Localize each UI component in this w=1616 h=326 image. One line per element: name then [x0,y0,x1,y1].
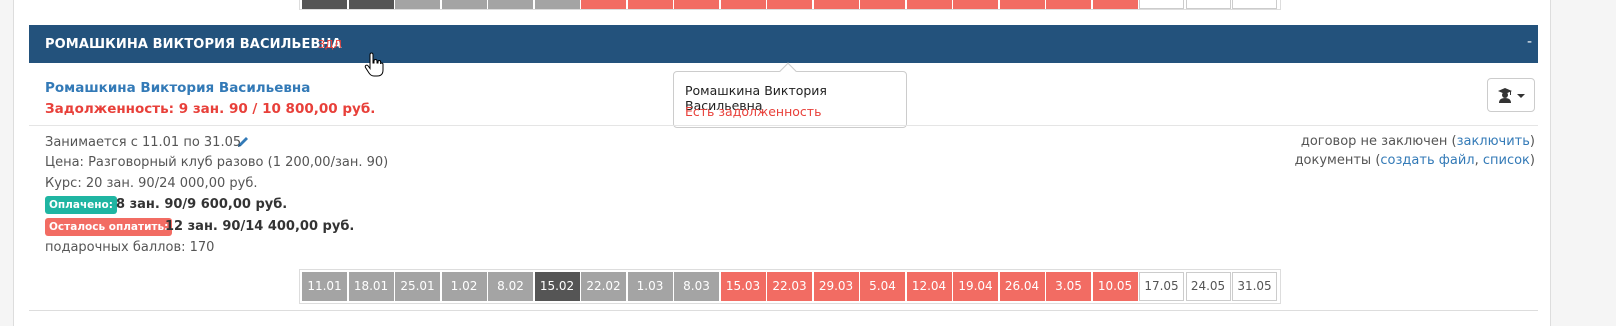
section-divider [29,125,1538,126]
lesson-date-cell[interactable]: 22.02 [581,0,626,9]
create-contract-link[interactable]: заключить [1457,134,1530,149]
create-file-link[interactable]: создать файл [1380,153,1474,168]
lesson-date-cell[interactable]: 10.05 [1092,272,1138,301]
lesson-date-cell[interactable]: 29.03 [813,272,859,301]
lesson-date-cell[interactable]: 15.02 [534,0,580,9]
remaining-amount: 12 зан. 90/14 400,00 руб. [165,219,355,234]
lesson-date-cell[interactable]: 1.03 [627,272,673,301]
lesson-date-cell[interactable]: 3.05 [1046,272,1091,301]
tooltip-debt-status: Есть задолженность [685,104,822,119]
lesson-date-cell[interactable]: 19.04 [953,0,998,9]
lesson-date-cell[interactable]: 12.04 [906,272,952,301]
lesson-date-cell[interactable]: 29.03 [813,0,859,9]
lesson-date-cell[interactable]: 1.03 [627,0,673,9]
lesson-date-cell[interactable]: 19.04 [953,272,998,301]
panel-border-right [1550,0,1551,326]
lesson-date-cell[interactable]: 22.02 [581,272,626,301]
lesson-date-cell[interactable]: 24.05 [1185,0,1231,9]
collapse-button[interactable]: - [1527,34,1532,50]
chevron-down-icon [1517,94,1525,98]
graduation-cap-user-icon [1498,88,1512,103]
student-header-name: РОМАШКИНА ВИКТОРИЯ ВАСИЛЬЕВНА [45,37,342,52]
lesson-date-cell[interactable]: 24.05 [1185,272,1231,301]
documents-status: документы (создать файл, список) [1295,153,1535,168]
lesson-date-cell[interactable]: 5.04 [860,272,905,301]
documents-suffix: ) [1529,153,1535,168]
teacher-actions-dropdown-button[interactable] [1487,78,1535,112]
contract-suffix: ) [1529,134,1535,149]
debt-tag: ЗДЛ [318,38,342,51]
contract-status: договор не заключен (заключить) [1301,134,1535,149]
lesson-date-cell[interactable]: 8.02 [488,0,533,9]
lesson-date-cell[interactable]: 17.05 [1139,272,1184,301]
lesson-date-cell[interactable]: 8.03 [674,272,719,301]
student-header-bar[interactable]: РОМАШКИНА ВИКТОРИЯ ВАСИЛЬЕВНА ЗДЛ - [29,25,1538,63]
lesson-date-cell[interactable]: 8.03 [674,0,719,9]
documents-prefix: документы ( [1294,153,1381,168]
remaining-badge: Осталось оплатить: [45,218,173,236]
lesson-date-cell[interactable]: 26.04 [999,0,1045,9]
lesson-date-cell[interactable]: 31.05 [1232,272,1277,301]
lesson-date-cell[interactable]: 18.01 [348,272,394,301]
documents-separator: , [1474,153,1483,168]
lesson-date-cell[interactable]: 25.01 [395,0,440,9]
lesson-date-cell[interactable]: 3.05 [1046,0,1091,9]
paid-amount: 8 зан. 90/9 600,00 руб. [116,197,288,212]
lesson-date-cell[interactable]: 1.02 [441,0,487,9]
paid-badge: Оплачено: [45,196,117,214]
lesson-date-cell[interactable]: 5.04 [860,0,905,9]
lesson-date-cell[interactable]: 15.03 [720,0,766,9]
bonus-points: подарочных баллов: 170 [45,240,215,255]
lesson-date-cell[interactable]: 22.03 [767,0,812,9]
lesson-date-cell[interactable]: 25.01 [395,272,440,301]
lesson-date-cell[interactable]: 10.05 [1092,0,1138,9]
lesson-date-cell[interactable]: 11.01 [302,272,347,301]
hand-pointer-icon [364,52,384,77]
lesson-date-cell[interactable]: 22.03 [767,272,812,301]
lesson-date-cell[interactable]: 31.05 [1232,0,1277,9]
lesson-date-cell[interactable]: 18.01 [348,0,394,9]
documents-list-link[interactable]: список [1483,153,1530,168]
lesson-date-cell[interactable]: 1.02 [441,272,487,301]
lesson-date-cell[interactable]: 11.01 [302,0,347,9]
student-name-link[interactable]: Ромашкина Виктория Васильевна [45,80,310,96]
lesson-date-cell[interactable]: 26.04 [999,272,1045,301]
lesson-date-cell[interactable]: 8.02 [488,272,533,301]
lesson-date-cell[interactable]: 12.04 [906,0,952,9]
student-tooltip: Ромашкина Виктория Васильевна Есть задол… [673,62,907,128]
course-info: Курс: 20 зан. 90/24 000,00 руб. [45,176,258,191]
lesson-date-cell[interactable]: 15.03 [720,272,766,301]
pencil-icon[interactable] [236,135,250,149]
lesson-date-cell[interactable]: 17.05 [1139,0,1184,9]
price-info: Цена: Разговорный клуб разово (1 200,00/… [45,155,389,170]
next-panel-border [29,310,1538,311]
study-period: Занимается с 11.01 по 31.05 [45,135,242,150]
panel-border-left [13,0,14,326]
lesson-date-cell[interactable]: 15.02 [534,272,580,301]
contract-prefix: договор не заключен ( [1300,134,1457,149]
debt-summary: Задолженность: 9 зан. 90 / 10 800,00 руб… [45,101,376,117]
lesson-dates-row: 11.01 18.01 25.01 1.02 8.02 15.02 22.02 1.03 8.0… [299,269,1281,304]
lesson-dates-row-previous: 11.0118.0125.011.028.0215.0222.021.038.0… [299,0,1281,10]
